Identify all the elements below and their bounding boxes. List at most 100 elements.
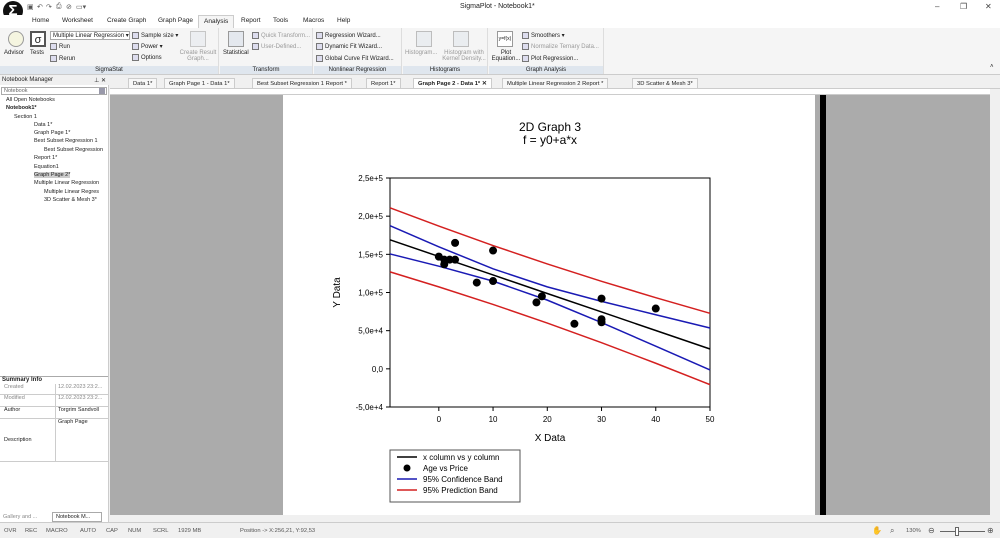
redo-icon[interactable]: ↷ xyxy=(46,3,52,11)
tab-analysis[interactable]: Analysis xyxy=(198,15,234,28)
pin-close-icons[interactable]: ⊥ ✕ xyxy=(94,77,106,84)
zoom-icon[interactable]: ⌕ xyxy=(890,526,894,536)
data-point xyxy=(532,298,540,306)
minimize-icon[interactable]: – xyxy=(935,2,939,11)
doc-tab[interactable]: Graph Page 1 - Data 1* xyxy=(164,78,235,89)
group-sigmastat: Advisor σ Tests Multiple Linear Regressi… xyxy=(0,28,219,74)
zoom-in-icon[interactable]: ⊕ xyxy=(987,526,994,535)
group-histograms: Histogram... Histogram with Kernel Densi… xyxy=(403,28,488,74)
global-curve-fit-button[interactable]: Global Curve Fit Wizard... xyxy=(316,55,394,62)
histogram-button[interactable]: Histogram... xyxy=(405,50,437,56)
user-defined-button[interactable]: User-Defined... xyxy=(252,43,301,50)
test-select[interactable]: Multiple Linear Regression ▾ xyxy=(50,31,130,40)
tab-create-graph[interactable]: Create Graph xyxy=(107,17,146,24)
status-macro: MACRO xyxy=(46,528,68,534)
notebook-manager-header: Notebook Manager ⊥ ✕ xyxy=(0,76,109,85)
summary-key: Modified xyxy=(4,395,25,401)
sample-size-button[interactable]: Sample size ▾ xyxy=(132,32,178,39)
normalize-label: Normalize Ternary Data... xyxy=(531,44,599,50)
tree-item[interactable]: Graph Page 1* xyxy=(34,130,70,136)
gallery-tab[interactable]: Gallery and ... xyxy=(1,512,51,522)
stop-icon[interactable]: ⊘ xyxy=(66,3,72,11)
group-graph-analysis: y=f(x) Plot Equation... Smoothers ▾ Norm… xyxy=(489,28,604,74)
wizard-icon xyxy=(316,43,323,50)
power-button[interactable]: Power ▾ xyxy=(132,43,163,50)
graph-page[interactable]: 2D Graph 3f = y0+a*x01020304050-5,0e+40,… xyxy=(283,95,815,515)
tree-item-selected[interactable]: Graph Page 2* xyxy=(34,172,70,178)
tab-home[interactable]: Home xyxy=(32,17,49,24)
tab-worksheet[interactable]: Worksheet xyxy=(62,17,93,24)
plot-equation-button[interactable]: Plot Equation... xyxy=(491,50,521,62)
run-button[interactable]: Run xyxy=(50,43,70,50)
legend-entry: x column vs y column xyxy=(423,453,499,462)
page-edge xyxy=(820,95,826,515)
histogram-kernel-button[interactable]: Histogram with Kernel Density... xyxy=(441,50,487,62)
close-tab-icon[interactable]: ✕ xyxy=(482,81,487,87)
tab-help[interactable]: Help xyxy=(337,17,350,24)
test-select-value: Multiple Linear Regression xyxy=(53,33,124,39)
data-point xyxy=(489,277,497,285)
tree-item[interactable]: Equation1 xyxy=(34,164,59,170)
run-icon xyxy=(50,43,57,50)
legend-swatch xyxy=(404,465,411,472)
vertical-scrollbar[interactable] xyxy=(990,89,1000,522)
undo-icon[interactable]: ↶ xyxy=(37,3,43,11)
tests-button[interactable]: Tests xyxy=(30,50,44,56)
dynamic-fit-button[interactable]: Dynamic Fit Wizard... xyxy=(316,43,382,50)
print-icon[interactable]: ⎙ xyxy=(56,3,62,11)
tab-report[interactable]: Report xyxy=(241,17,261,24)
rerun-button[interactable]: Rerun xyxy=(50,55,75,62)
summary-value[interactable]: Torgrim Sandvoll xyxy=(55,407,108,418)
tab-tools[interactable]: Tools xyxy=(273,17,288,24)
user-defined-icon xyxy=(252,43,259,50)
tree-item[interactable]: Multiple Linear Regres xyxy=(44,189,99,195)
doc-tab[interactable]: Data 1* xyxy=(128,78,157,89)
dropdown-arrow-icon[interactable] xyxy=(99,88,105,94)
restore-icon[interactable]: ❐ xyxy=(960,2,967,11)
notebook-manager-tab[interactable]: Notebook M... xyxy=(52,512,102,522)
doc-tab[interactable]: Report 1* xyxy=(366,78,401,89)
plot-regression-button[interactable]: Plot Regression... xyxy=(522,55,578,62)
create-result-graph-button[interactable]: Create Result Graph... xyxy=(178,50,218,62)
global-curve-fit-label: Global Curve Fit Wizard... xyxy=(325,56,394,62)
collapse-ribbon-icon[interactable]: ˄ xyxy=(990,64,994,70)
advisor-button[interactable]: Advisor xyxy=(4,50,24,56)
tree-item[interactable]: Best Subset Regression xyxy=(44,147,103,153)
tree-item[interactable]: Data 1* xyxy=(34,122,52,128)
tree-item[interactable]: All Open Notebooks xyxy=(6,97,55,103)
title-bar: Σ ▣ ↶ ↷ ⎙ ⊘ ▭▾ SigmaPlot - Notebook1* – … xyxy=(0,0,1000,15)
status-scrl: SCRL xyxy=(153,528,168,534)
notebook-dropdown[interactable]: Notebook xyxy=(1,87,107,95)
panel-title: Notebook Manager xyxy=(2,77,53,83)
normalize-ternary-button[interactable]: Normalize Ternary Data... xyxy=(522,43,599,50)
tab-graph-page[interactable]: Graph Page xyxy=(158,17,193,24)
doc-tab-active[interactable]: Graph Page 2 - Data 1* ✕ xyxy=(413,78,492,89)
regression-wizard-button[interactable]: Regression Wizard... xyxy=(316,32,381,39)
quick-transform-button[interactable]: Quick Transform... xyxy=(252,32,310,39)
tree-item[interactable]: Multiple Linear Regression xyxy=(34,180,99,186)
tree-item[interactable]: Notebook1* xyxy=(6,105,37,111)
zoom-slider-thumb[interactable] xyxy=(955,527,959,536)
zoom-slider[interactable] xyxy=(940,531,985,532)
confidence-band-upper xyxy=(390,226,710,328)
close-icon[interactable]: ✕ xyxy=(985,2,992,11)
doc-tab[interactable]: Best Subset Regression 1 Report * xyxy=(252,78,352,89)
statistical-button[interactable]: Statistical xyxy=(223,50,249,56)
smoothers-button[interactable]: Smoothers ▾ xyxy=(522,32,565,39)
save-icon[interactable]: ▣ xyxy=(27,3,34,11)
customize-toolbar-icon[interactable]: ▭▾ xyxy=(76,3,86,11)
zoom-out-icon[interactable]: ⊖ xyxy=(928,526,935,535)
tree-item[interactable]: 3D Scatter & Mesh 3* xyxy=(44,197,97,203)
options-button[interactable]: Options xyxy=(132,54,162,61)
tree-item[interactable]: Best Subset Regression 1 xyxy=(34,138,98,144)
group-label: Transform xyxy=(220,66,312,74)
summary-value[interactable]: Graph Page xyxy=(55,419,108,461)
y-axis-label: Y Data xyxy=(332,277,343,308)
doc-tab[interactable]: 3D Scatter & Mesh 3* xyxy=(632,78,698,89)
doc-tab[interactable]: Multiple Linear Regression 2 Report * xyxy=(502,78,608,89)
tab-macros[interactable]: Macros xyxy=(303,17,324,24)
wizard-icon xyxy=(316,55,323,62)
hand-icon[interactable]: ✋ xyxy=(872,526,882,535)
tree-item[interactable]: Report 1* xyxy=(34,155,57,161)
tree-item[interactable]: Section 1 xyxy=(14,114,37,120)
